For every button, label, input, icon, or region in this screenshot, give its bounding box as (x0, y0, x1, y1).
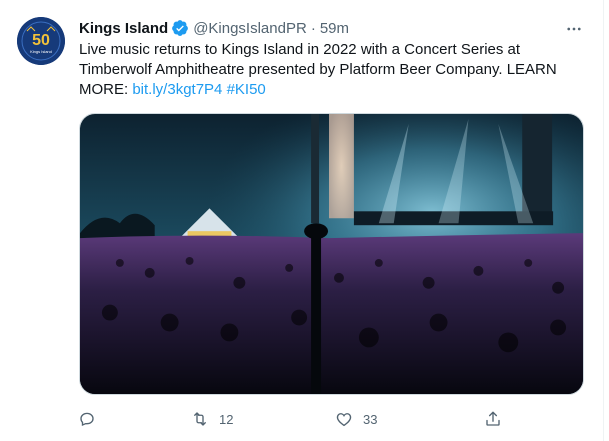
header-separator: · (310, 19, 316, 37)
like-count: 33 (363, 411, 378, 427)
like-button[interactable]: 33 (327, 402, 377, 436)
retweet-button[interactable]: 12 (183, 402, 233, 436)
tweet-text: Live music returns to Kings Island in 20… (79, 40, 579, 100)
share-icon (476, 402, 510, 436)
tweet-card[interactable]: 50 Kings Island Kings Island @KingsIslan… (0, 0, 604, 441)
avatar-logo-text: Kings Island (30, 49, 52, 54)
tweet-link[interactable]: bit.ly/3kgt7P4 (132, 81, 222, 98)
retweet-icon (183, 402, 217, 436)
retweet-count: 12 (219, 411, 234, 427)
kings-island-50-logo: 50 Kings Island (17, 17, 65, 65)
more-horizontal-icon (567, 27, 581, 31)
reply-icon (70, 402, 104, 436)
more-options-button[interactable] (563, 18, 585, 40)
author-handle[interactable]: @KingsIslandPR (193, 20, 307, 37)
tweet-hashtag[interactable]: #KI50 (227, 81, 266, 98)
tweet-header: Kings Island @KingsIslandPR · 59m (79, 18, 349, 38)
share-button[interactable] (476, 402, 512, 436)
heart-icon (327, 402, 361, 436)
avatar-badge-text: 50 (32, 32, 50, 49)
tweet-media-image[interactable] (79, 113, 584, 395)
reply-button[interactable] (70, 402, 106, 436)
verified-badge-icon (171, 19, 189, 37)
tweet-actions-bar: 12 33 (70, 402, 510, 436)
author-name[interactable]: Kings Island (79, 20, 168, 37)
avatar[interactable]: 50 Kings Island (17, 17, 65, 65)
concert-photo (80, 114, 583, 394)
tweet-timestamp[interactable]: 59m (320, 20, 349, 37)
